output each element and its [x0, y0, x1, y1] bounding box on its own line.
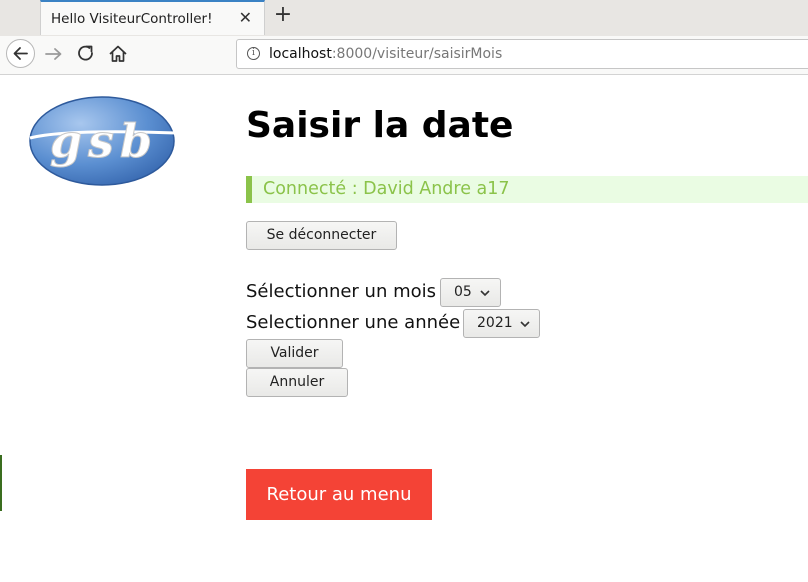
home-icon[interactable]	[105, 41, 131, 67]
year-select[interactable]: 2021	[463, 309, 540, 338]
cancel-button[interactable]: Annuler	[246, 368, 348, 397]
forward-arrow-icon[interactable]	[41, 41, 67, 67]
back-button[interactable]	[6, 39, 35, 68]
year-label: Selectionner une année	[246, 312, 461, 333]
connection-status-text: Connecté : David Andre a17	[263, 179, 510, 199]
year-select-value: 2021	[477, 315, 513, 331]
connection-status-banner: Connecté : David Andre a17	[246, 176, 808, 203]
svg-text:gsb: gsb	[50, 114, 158, 168]
back-arrow-icon	[13, 47, 28, 60]
page-content: gsb Saisir la date Connecté : David Andr…	[0, 75, 808, 582]
url-text: localhost:8000/visiteur/saisirMois	[269, 46, 502, 62]
url-host: localhost	[269, 46, 332, 62]
new-tab-icon[interactable]: +	[272, 2, 294, 27]
reload-icon[interactable]	[73, 41, 99, 67]
browser-tab[interactable]: Hello VisiteurController! ✕	[40, 0, 265, 35]
month-select-value: 05	[454, 284, 472, 300]
tab-title: Hello VisiteurController!	[51, 11, 213, 27]
validate-button[interactable]: Valider	[246, 339, 343, 368]
browser-nav-bar: i localhost:8000/visiteur/saisirMois	[0, 36, 808, 75]
chevron-down-icon	[520, 321, 530, 328]
left-edge-mark	[0, 455, 2, 511]
logout-button[interactable]: Se déconnecter	[246, 221, 397, 250]
chevron-down-icon	[480, 290, 490, 297]
address-bar[interactable]: i localhost:8000/visiteur/saisirMois	[236, 39, 808, 69]
back-to-menu-button[interactable]: Retour au menu	[246, 469, 432, 520]
close-tab-icon[interactable]: ✕	[239, 8, 252, 27]
month-select[interactable]: 05	[440, 278, 501, 307]
site-info-icon[interactable]: i	[247, 47, 260, 60]
page-title: Saisir la date	[246, 105, 514, 146]
url-path: :8000/visiteur/saisirMois	[331, 46, 503, 62]
gsb-logo: gsb	[29, 96, 177, 186]
month-label: Sélectionner un mois	[246, 281, 437, 302]
browser-tab-bar: Hello VisiteurController! ✕ +	[0, 0, 808, 36]
